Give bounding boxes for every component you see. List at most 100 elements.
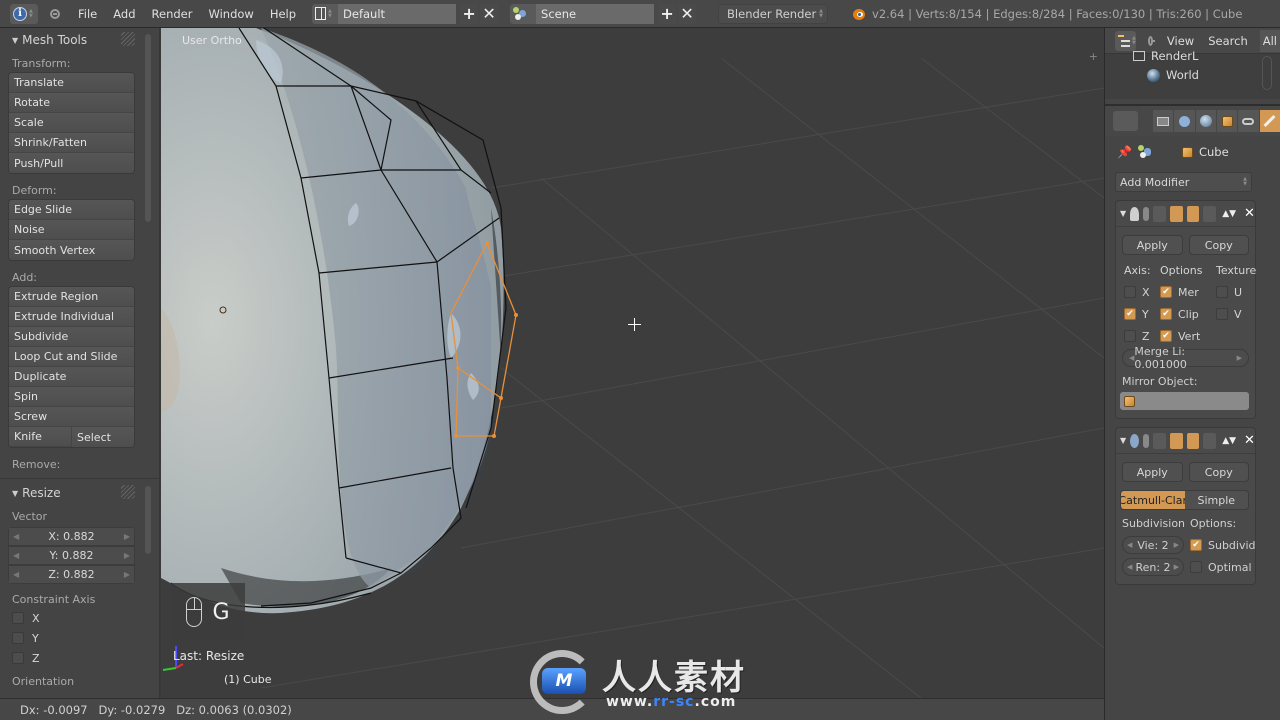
merge-checkbox[interactable]: ✔ Mer xyxy=(1160,283,1216,301)
merge-limit-field[interactable]: ◀ Merge Li: 0.001000 ▶ xyxy=(1122,345,1249,371)
modifiers-tab[interactable] xyxy=(1259,110,1280,132)
subdivide-button[interactable]: Subdivide xyxy=(9,327,134,347)
mirror-apply-button[interactable]: Apply xyxy=(1122,235,1183,255)
spin-button[interactable]: Spin xyxy=(9,387,134,407)
mirror-copy-button[interactable]: Copy xyxy=(1188,235,1249,255)
modifier-name-field[interactable] xyxy=(1143,433,1149,448)
delete-scene-button[interactable]: ✕ xyxy=(678,3,697,24)
add-layout-button[interactable]: + xyxy=(460,3,479,24)
outliner-menu-view[interactable]: View xyxy=(1167,34,1194,48)
info-header: i ▲ ▼ File Add Render Window Help ▲ ▼ Defa… xyxy=(0,0,1280,28)
noise-button[interactable]: Noise xyxy=(9,220,134,240)
vector-z-field[interactable]: ◀ Z: 0.882 ▶ xyxy=(8,565,135,584)
constraint-z-checkbox[interactable]: Z xyxy=(0,648,159,668)
edge-slide-button[interactable]: Edge Slide xyxy=(9,200,134,220)
editmode-toggle-icon[interactable] xyxy=(1186,205,1200,222)
push-pull-button[interactable]: Push/Pull xyxy=(9,153,134,173)
scene-tab[interactable] xyxy=(1174,110,1195,132)
extrude-individual-button[interactable]: Extrude Individual xyxy=(9,307,134,327)
simple-option[interactable]: Simple xyxy=(1184,491,1248,509)
editor-type-button[interactable]: i ▲ ▼ xyxy=(10,3,38,24)
constraint-x-checkbox[interactable]: X xyxy=(0,608,159,628)
menu-window[interactable]: Window xyxy=(200,7,261,21)
3d-viewport[interactable]: User Ortho + G Last: Resize (1) Cube xyxy=(161,28,1104,698)
mesh-tools-panel-header[interactable]: ▼ Mesh Tools xyxy=(0,28,159,52)
subsurf-apply-button[interactable]: Apply xyxy=(1122,462,1183,482)
drag-grip-icon[interactable] xyxy=(121,485,135,499)
scene-field[interactable]: Scene xyxy=(536,3,655,24)
screen-layout-button[interactable]: ▲ ▼ xyxy=(312,3,339,24)
outliner-menu-search[interactable]: Search xyxy=(1208,34,1248,48)
subsurf-copy-button[interactable]: Copy xyxy=(1188,462,1249,482)
axis-x-checkbox[interactable]: X xyxy=(1124,283,1160,301)
clip-checkbox[interactable]: ✔ Clip xyxy=(1160,305,1216,323)
catmull-clark-option[interactable]: Catmull-Clar xyxy=(1121,491,1185,509)
menu-render[interactable]: Render xyxy=(144,7,201,21)
texture-v-checkbox[interactable]: V xyxy=(1216,305,1256,323)
rotate-button[interactable]: Rotate xyxy=(9,93,134,113)
vector-x-field[interactable]: ◀ X: 0.882 ▶ xyxy=(8,527,135,546)
screen-layout-field[interactable]: Default xyxy=(338,3,457,24)
extrude-region-button[interactable]: Extrude Region xyxy=(9,287,134,307)
collapse-triangle-icon[interactable]: ▼ xyxy=(1120,436,1126,445)
texture-u-checkbox[interactable]: U xyxy=(1216,283,1256,301)
cage-toggle-icon[interactable] xyxy=(1203,205,1217,222)
outliner-item-world[interactable]: World xyxy=(1147,68,1199,82)
scale-button[interactable]: Scale xyxy=(9,113,134,133)
render-levels-field[interactable]: ◀ Ren: 2 ▶ xyxy=(1122,558,1184,576)
duplicate-button[interactable]: Duplicate xyxy=(9,367,134,387)
axis-y-checkbox[interactable]: ✔ Y xyxy=(1124,305,1160,323)
shrink-fatten-button[interactable]: Shrink/Fatten xyxy=(9,133,134,153)
toolshelf-scrollbar[interactable] xyxy=(145,34,151,222)
collapse-menu-icon[interactable] xyxy=(50,8,60,19)
object-tab[interactable] xyxy=(1216,110,1238,132)
editmode-toggle-icon[interactable] xyxy=(1186,432,1200,449)
view-levels-field[interactable]: ◀ Vie: 2 ▶ xyxy=(1122,536,1184,554)
remove-modifier-icon[interactable]: ✕ xyxy=(1244,206,1255,221)
add-scene-button[interactable]: + xyxy=(658,3,677,24)
constraints-tab[interactable] xyxy=(1238,110,1259,132)
subdivide-uvs-checkbox[interactable]: ✔ Subdivid xyxy=(1190,536,1260,554)
scene-browse-button[interactable] xyxy=(510,3,537,24)
optimal-display-checkbox[interactable]: Optimal xyxy=(1190,558,1260,576)
collapse-menu-icon[interactable] xyxy=(1147,35,1155,46)
properties-editor-type-button[interactable] xyxy=(1113,111,1139,131)
vector-y-field[interactable]: ◀ Y: 0.882 ▶ xyxy=(8,546,135,565)
drag-grip-icon[interactable] xyxy=(121,32,135,46)
move-up-down-icon[interactable]: ▲▼ xyxy=(1222,436,1236,446)
move-up-down-icon[interactable]: ▲▼ xyxy=(1222,209,1236,219)
collapse-triangle-icon[interactable]: ▼ xyxy=(1120,209,1126,218)
realtime-display-toggle-icon[interactable] xyxy=(1169,432,1183,449)
cage-toggle-icon[interactable] xyxy=(1203,432,1217,449)
knife-button[interactable]: Knife xyxy=(9,427,71,447)
menu-help[interactable]: Help xyxy=(262,7,304,21)
resize-panel-header[interactable]: ▼ Resize xyxy=(0,481,159,505)
remove-modifier-icon[interactable]: ✕ xyxy=(1244,433,1255,448)
knife-select-button[interactable]: Select xyxy=(71,427,134,447)
menu-file[interactable]: File xyxy=(70,7,105,21)
add-modifier-dropdown[interactable]: Add Modifier ▲ ▼ xyxy=(1115,172,1252,192)
outliner-filter-all[interactable]: All xyxy=(1259,29,1280,52)
translate-button[interactable]: Translate xyxy=(9,73,134,93)
outliner-item-renderlayers[interactable]: RenderL xyxy=(1133,49,1198,63)
modifier-name-field[interactable] xyxy=(1143,206,1149,221)
toggle-properties-plus-icon[interactable]: + xyxy=(1089,50,1098,63)
outliner-scrollbar[interactable] xyxy=(1262,56,1272,90)
loop-cut-slide-button[interactable]: Loop Cut and Slide xyxy=(9,347,134,367)
render-engine-select[interactable]: Blender Render ▲ ▼ xyxy=(718,3,829,24)
render-toggle-icon[interactable] xyxy=(1152,205,1166,222)
pin-icon[interactable]: 📌 xyxy=(1117,145,1132,159)
delete-layout-button[interactable]: ✕ xyxy=(480,3,499,24)
screw-button[interactable]: Screw xyxy=(9,407,134,427)
render-toggle-icon[interactable] xyxy=(1152,432,1166,449)
smooth-vertex-button[interactable]: Smooth Vertex xyxy=(9,240,134,260)
mirror-object-field[interactable] xyxy=(1120,392,1249,410)
vertex-groups-checkbox[interactable]: ✔ Vert xyxy=(1160,327,1216,345)
constraint-y-checkbox[interactable]: Y xyxy=(0,628,159,648)
axis-z-checkbox[interactable]: Z xyxy=(1124,327,1160,345)
world-tab[interactable] xyxy=(1195,110,1216,132)
menu-add[interactable]: Add xyxy=(105,7,143,21)
render-tab[interactable] xyxy=(1152,110,1174,132)
realtime-display-toggle-icon[interactable] xyxy=(1169,205,1183,222)
outliner-editor-type-button[interactable]: ▲ ▼ xyxy=(1115,30,1136,51)
